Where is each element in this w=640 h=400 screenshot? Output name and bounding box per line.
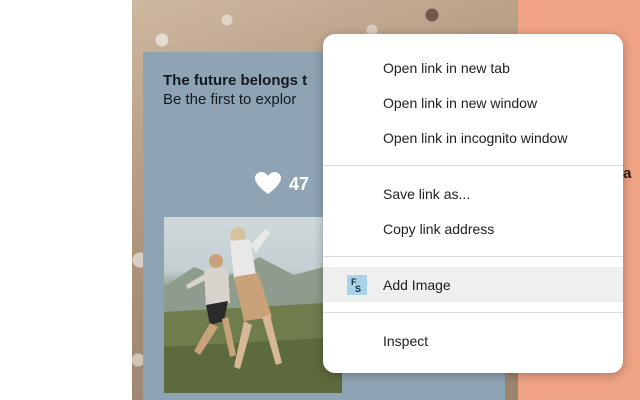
menu-item-label: Copy link address [383,220,495,237]
menu-item-label: Add Image [383,276,451,293]
menu-item-open-new-window[interactable]: Open link in new window [323,85,623,120]
heart-icon[interactable] [255,172,281,196]
like-count: 47 [289,173,310,194]
browser-page: t a t The future belongs t Be the first … [0,0,640,400]
card-title: The future belongs t [163,72,308,89]
menu-item-label: Inspect [383,332,429,349]
menu-item-label: Open link in new window [383,94,538,111]
menu-separator [323,165,623,166]
menu-item-copy-link-address[interactable]: Copy link address [323,211,623,246]
card-photo[interactable] [164,217,342,393]
menu-item-save-link-as[interactable]: Save link as... [323,176,623,211]
card-subtitle: Be the first to explor [163,91,297,108]
menu-separator [323,256,623,257]
svg-text:S: S [355,284,361,293]
photo-illustration [164,227,342,393]
menu-separator [323,312,623,313]
likes: 47 [255,172,309,196]
fs-extension-icon: F S [347,275,367,295]
menu-item-open-new-tab[interactable]: Open link in new tab [323,50,623,85]
context-menu: Open link in new tab Open link in new wi… [323,34,623,373]
menu-item-open-incognito[interactable]: Open link in incognito window [323,120,623,155]
menu-item-label: Save link as... [383,185,471,202]
menu-item-add-image[interactable]: F S Add Image [323,267,623,302]
menu-item-label: Open link in new tab [383,59,510,76]
menu-item-label: Open link in incognito window [383,129,568,146]
menu-item-inspect[interactable]: Inspect [323,323,623,358]
